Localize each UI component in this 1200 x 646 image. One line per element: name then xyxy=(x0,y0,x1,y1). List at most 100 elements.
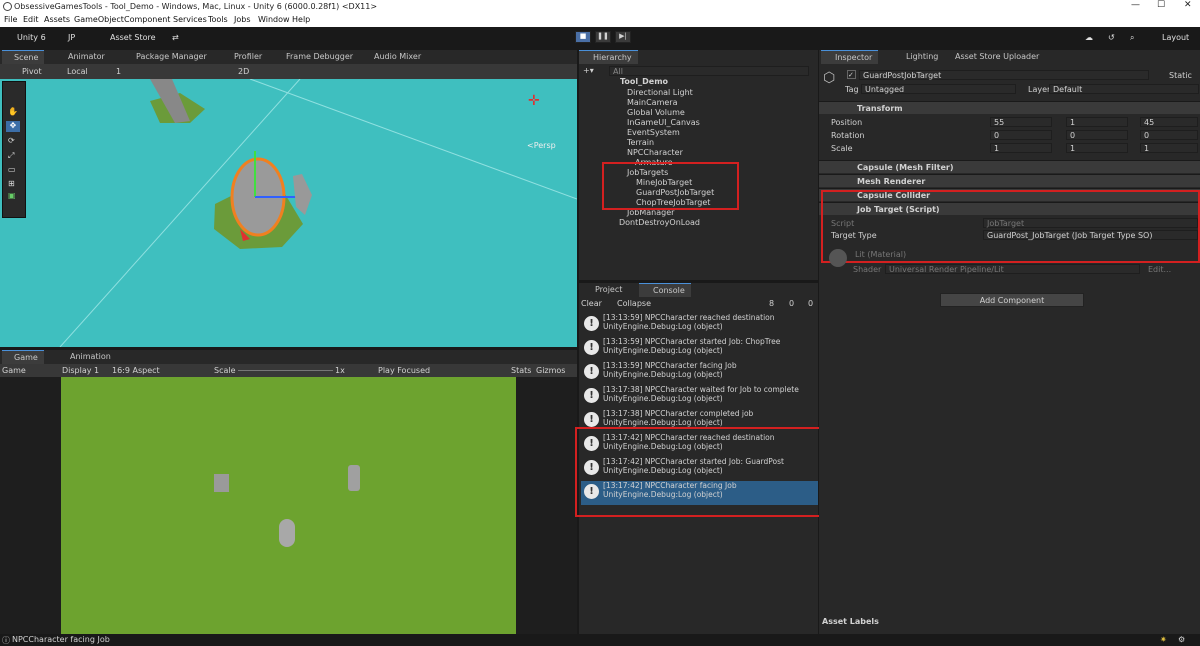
tab-package-manager[interactable]: Package Manager xyxy=(130,50,213,64)
hierarchy-item-npc[interactable]: NPCCharacter xyxy=(627,148,683,157)
rect-tool-icon[interactable]: ▭ xyxy=(8,165,16,174)
tab-game[interactable]: Game xyxy=(2,350,44,364)
unity-version[interactable]: Unity 6 xyxy=(17,33,46,42)
stats-button[interactable]: Stats xyxy=(511,366,531,375)
search-icon[interactable]: ⌕ xyxy=(1130,33,1134,43)
menu-jobs[interactable]: Jobs xyxy=(234,15,251,24)
perspective-label[interactable]: <Persp xyxy=(527,141,556,150)
tab-console[interactable]: Console xyxy=(639,283,691,297)
add-component-button[interactable]: Add Component xyxy=(940,293,1084,307)
play-button[interactable]: ■ xyxy=(575,31,591,43)
tab-frame-debugger[interactable]: Frame Debugger xyxy=(280,50,359,64)
menu-tools[interactable]: Tools xyxy=(208,15,228,24)
version-control-icon[interactable]: ⇄ xyxy=(172,33,179,42)
hierarchy-item-canvas[interactable]: InGameUI_Canvas xyxy=(627,118,700,127)
scene-view[interactable]: ✋ ✥ ⟳ ⤢ ▭ ⊞ ▣ ✛ <Persp xyxy=(0,79,577,347)
game-mode-dropdown[interactable]: Game xyxy=(2,366,26,375)
mesh-filter-header[interactable]: Capsule (Mesh Filter) xyxy=(819,160,1200,173)
pause-button[interactable]: ❚❚ xyxy=(595,31,611,43)
hierarchy-item-light[interactable]: Directional Light xyxy=(627,88,693,97)
static-toggle[interactable]: Static xyxy=(1169,71,1192,80)
close-icon[interactable]: ✕ xyxy=(1184,0,1192,10)
lighting-icon[interactable]: ✷ xyxy=(1160,635,1167,644)
history-icon[interactable]: ↺ xyxy=(1108,33,1115,42)
menu-services[interactable]: Services xyxy=(173,15,207,24)
hand-tool-icon[interactable]: ✋ xyxy=(8,107,18,116)
scale-tool-icon[interactable]: ⤢ xyxy=(8,151,14,161)
scale-x-field[interactable]: 1 xyxy=(990,143,1052,153)
menu-assets[interactable]: Assets xyxy=(44,15,70,24)
object-name-field[interactable]: GuardPostJobTarget xyxy=(859,70,1149,80)
tab-inspector[interactable]: Inspector xyxy=(821,50,879,64)
rotation-x-field[interactable]: 0 xyxy=(990,130,1052,140)
tab-audio-mixer[interactable]: Audio Mixer xyxy=(368,50,427,64)
hierarchy-item-camera[interactable]: MainCamera xyxy=(627,98,678,107)
grid-size-field[interactable]: 1 xyxy=(116,67,121,76)
layout-dropdown[interactable]: Layout xyxy=(1162,33,1189,42)
asset-labels[interactable]: Asset Labels xyxy=(822,617,879,626)
asset-store-dropdown[interactable]: Asset Store xyxy=(110,33,156,42)
menu-component[interactable]: Component xyxy=(124,15,170,24)
rotation-y-field[interactable]: 0 xyxy=(1066,130,1128,140)
move-tool-icon[interactable]: ✥ xyxy=(6,121,20,132)
transform-header[interactable]: Transform xyxy=(819,101,1200,114)
tab-asset-store-uploader[interactable]: Asset Store Uploader xyxy=(949,50,1045,64)
status-message[interactable]: NPCCharacter facing Job xyxy=(12,635,110,644)
position-x-field[interactable]: 55 xyxy=(990,117,1052,127)
account-dropdown[interactable]: JP xyxy=(68,33,75,42)
rotation-z-field[interactable]: 0 xyxy=(1140,130,1198,140)
scale-y-field[interactable]: 1 xyxy=(1066,143,1128,153)
collapse-button[interactable]: Collapse xyxy=(617,299,651,308)
display-dropdown[interactable]: Display 1 xyxy=(62,366,99,375)
gizmos-dropdown[interactable]: Gizmos xyxy=(536,366,565,375)
log-count[interactable]: 8 xyxy=(769,299,774,308)
warning-count[interactable]: 0 xyxy=(789,299,794,308)
tab-project[interactable]: Project xyxy=(581,283,628,297)
game-view[interactable] xyxy=(61,377,516,634)
error-count[interactable]: 0 xyxy=(808,299,813,308)
create-button[interactable]: +▾ xyxy=(583,66,594,75)
transform-tool-icon[interactable]: ⊞ xyxy=(8,179,15,188)
hierarchy-item-eventsystem[interactable]: EventSystem xyxy=(627,128,680,137)
hierarchy-search-input[interactable]: All xyxy=(609,66,809,76)
tab-hierarchy[interactable]: Hierarchy xyxy=(579,50,638,64)
scale-slider[interactable] xyxy=(238,370,333,371)
tab-lighting[interactable]: Lighting xyxy=(892,50,944,64)
console-log-entry[interactable]: ! [13:17:38] NPCCharacter waited for Job … xyxy=(581,385,818,409)
pivot-dropdown[interactable]: Pivot xyxy=(22,67,42,76)
console-log-entry[interactable]: ! [13:13:59] NPCCharacter facing Job Unity… xyxy=(581,361,818,385)
material-label[interactable]: Lit (Material) xyxy=(855,250,906,259)
hierarchy-item-volume[interactable]: Global Volume xyxy=(627,108,685,117)
menu-window[interactable]: Window xyxy=(258,15,290,24)
console-log-entry[interactable]: ! [13:13:59] NPCCharacter reached destina… xyxy=(581,313,818,337)
draw-mode-dropdown[interactable]: 2D xyxy=(238,67,249,76)
mesh-renderer-header[interactable]: Mesh Renderer xyxy=(819,174,1200,187)
cloud-icon[interactable]: ☁ xyxy=(1085,33,1093,42)
scene-viewport[interactable] xyxy=(0,79,577,347)
tab-animator[interactable]: Animator xyxy=(62,50,111,64)
step-button[interactable]: ▶| xyxy=(615,31,631,43)
custom-tool-icon[interactable]: ▣ xyxy=(8,191,16,200)
local-dropdown[interactable]: Local xyxy=(67,67,88,76)
shader-dropdown[interactable]: Universal Render Pipeline/Lit xyxy=(885,264,1140,274)
maximize-icon[interactable]: ☐ xyxy=(1157,0,1165,10)
edit-shader-button[interactable]: Edit... xyxy=(1148,265,1171,274)
tab-profiler[interactable]: Profiler xyxy=(228,50,268,64)
tab-scene[interactable]: Scene xyxy=(2,50,45,64)
hierarchy-item-tool-demo[interactable]: Tool_Demo xyxy=(620,77,668,86)
menu-edit[interactable]: Edit xyxy=(23,15,39,24)
layer-dropdown[interactable]: Default xyxy=(1049,84,1199,94)
scale-z-field[interactable]: 1 xyxy=(1140,143,1198,153)
menu-help[interactable]: Help xyxy=(292,15,310,24)
debug-icon[interactable]: ⚙ xyxy=(1178,635,1185,644)
console-log-entry[interactable]: ! [13:13:59] NPCCharacter started Job: Ch… xyxy=(581,337,818,361)
hierarchy-item-terrain[interactable]: Terrain xyxy=(627,138,654,147)
position-z-field[interactable]: 45 xyxy=(1140,117,1198,127)
minimize-icon[interactable]: — xyxy=(1131,0,1140,10)
view-gizmo[interactable]: ✛ xyxy=(528,93,554,119)
menu-file[interactable]: File xyxy=(4,15,17,24)
aspect-dropdown[interactable]: 16:9 Aspect xyxy=(112,366,160,375)
tag-dropdown[interactable]: Untagged xyxy=(861,84,1016,94)
play-focused-dropdown[interactable]: Play Focused xyxy=(378,366,430,375)
clear-button[interactable]: Clear xyxy=(581,299,602,308)
